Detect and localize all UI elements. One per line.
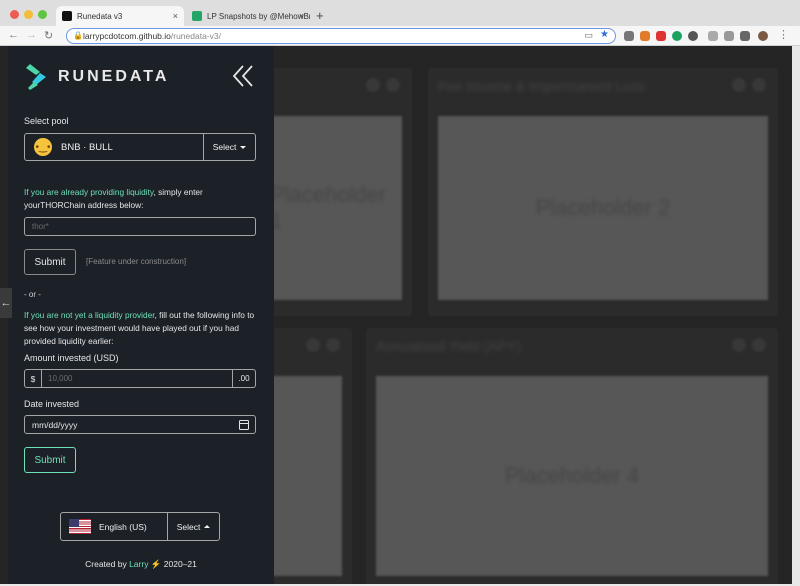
dollar-prefix: $	[24, 369, 42, 388]
runedata-logo-icon	[26, 64, 46, 90]
thinking-face-icon: •‿•	[34, 138, 52, 156]
lightning-icon: ⚡	[150, 559, 162, 569]
new-tab-button[interactable]: +	[316, 8, 324, 23]
amount-input[interactable]: 10,000	[42, 369, 232, 388]
cast-icon[interactable]: ▭	[584, 30, 593, 41]
address-bar[interactable]: 🔒 larrypcdotcom.github.io/runedata-v3/ ▭…	[66, 28, 616, 44]
metamask-icon[interactable]	[640, 31, 650, 41]
language-name: English (US)	[99, 521, 147, 532]
credit-line: Created by Larry ⚡ 2020–21	[8, 559, 274, 570]
provider-instructions: If you are already providing liquidity, …	[24, 186, 264, 212]
tab-runedata[interactable]: Runedata v3 ×	[56, 6, 184, 26]
cents-suffix: .00	[232, 369, 256, 388]
browser-chrome: Runedata v3 × LP Snapshots by @MehowBrai…	[0, 0, 800, 46]
us-flag-icon	[69, 519, 91, 534]
browser-toolbar: ← → ↻ 🔒 larrypcdotcom.github.io/runedata…	[0, 26, 800, 46]
caret-down-icon	[240, 145, 247, 149]
pool-name: BNB · BULL	[61, 141, 113, 153]
bookmark-star-icon[interactable]: ★	[600, 29, 609, 40]
select-label: Select	[176, 521, 201, 532]
brand-name: RUNEDATA	[58, 68, 170, 85]
close-tab-icon[interactable]: ×	[299, 11, 304, 21]
or-divider: - or -	[24, 290, 41, 299]
date-input[interactable]: mm/dd/yyyy	[24, 415, 256, 434]
brand-logo[interactable]: RUNEDATA	[26, 64, 169, 90]
grammarly-icon[interactable]	[672, 31, 682, 41]
amount-input-group: $ 10,000 .00	[24, 369, 256, 388]
submit-investment-button[interactable]: Submit	[24, 447, 76, 473]
date-placeholder: mm/dd/yyyy	[32, 419, 78, 430]
forward-arrow-icon[interactable]: →	[26, 29, 37, 41]
runedata-favicon-icon	[62, 11, 72, 21]
pool-select-dropdown[interactable]: Select	[203, 134, 255, 160]
url-path: /runedata-v3/	[170, 31, 221, 41]
calendar-icon[interactable]	[239, 420, 249, 430]
thorchain-address-input[interactable]: thor*	[24, 217, 256, 236]
tab-title: Runedata v3	[77, 11, 123, 21]
minimize-window-button[interactable]	[24, 10, 33, 19]
credit-years: 2020–21	[161, 559, 197, 569]
close-window-button[interactable]	[10, 10, 19, 19]
non-provider-accent-text: If you are not yet a liquidity provider	[24, 310, 155, 320]
avatar[interactable]	[758, 31, 768, 41]
left-arrow-icon[interactable]: ←	[0, 288, 12, 318]
language-select-dropdown[interactable]: Select	[167, 513, 219, 540]
date-label: Date invested	[24, 399, 80, 409]
back-arrow-icon[interactable]: ←	[8, 29, 19, 41]
tab-lp-snapshots[interactable]: LP Snapshots by @MehowBrains ×	[186, 6, 310, 26]
extension-icon[interactable]	[708, 31, 718, 41]
select-label: Select	[212, 142, 237, 152]
maximize-window-button[interactable]	[38, 10, 47, 19]
caret-up-icon	[204, 525, 211, 528]
extension-icon[interactable]	[656, 31, 666, 41]
submit-address-button[interactable]: Submit	[24, 249, 76, 275]
extension-icon[interactable]	[624, 31, 634, 41]
provider-accent-text: If you are already providing liquidity	[24, 187, 154, 197]
select-pool-label: Select pool	[24, 116, 69, 126]
extension-icon[interactable]	[688, 31, 698, 41]
non-provider-instructions: If you are not yet a liquidity provider,…	[24, 309, 264, 348]
tab-title: LP Snapshots by @MehowBrains	[207, 11, 310, 21]
url-host: larrypcdotcom.github.io	[83, 31, 171, 41]
lock-icon: 🔒	[73, 31, 83, 40]
amount-label: Amount invested (USD)	[24, 353, 119, 363]
sidebar: RUNEDATA Select pool •‿• BNB · BULL Sele…	[8, 46, 274, 584]
puzzle-icon[interactable]	[740, 31, 750, 41]
language-selector[interactable]: English (US) Select	[60, 512, 220, 541]
app-area: Placeholder 1 Fee Income & Impermanent L…	[0, 46, 792, 584]
construction-note: [Feature under construction]	[86, 257, 187, 266]
kebab-menu-icon[interactable]: ⋮	[778, 28, 789, 41]
sheets-favicon-icon	[192, 11, 202, 21]
author-link[interactable]: Larry	[129, 559, 148, 569]
tab-strip: Runedata v3 × LP Snapshots by @MehowBrai…	[0, 0, 800, 26]
extension-icon[interactable]	[724, 31, 734, 41]
reload-icon[interactable]: ↻	[44, 29, 53, 42]
credit-prefix: Created by	[85, 559, 130, 569]
pool-selector[interactable]: •‿• BNB · BULL Select	[24, 133, 256, 161]
close-tab-icon[interactable]: ×	[173, 11, 178, 21]
collapse-sidebar-icon[interactable]	[232, 64, 254, 88]
